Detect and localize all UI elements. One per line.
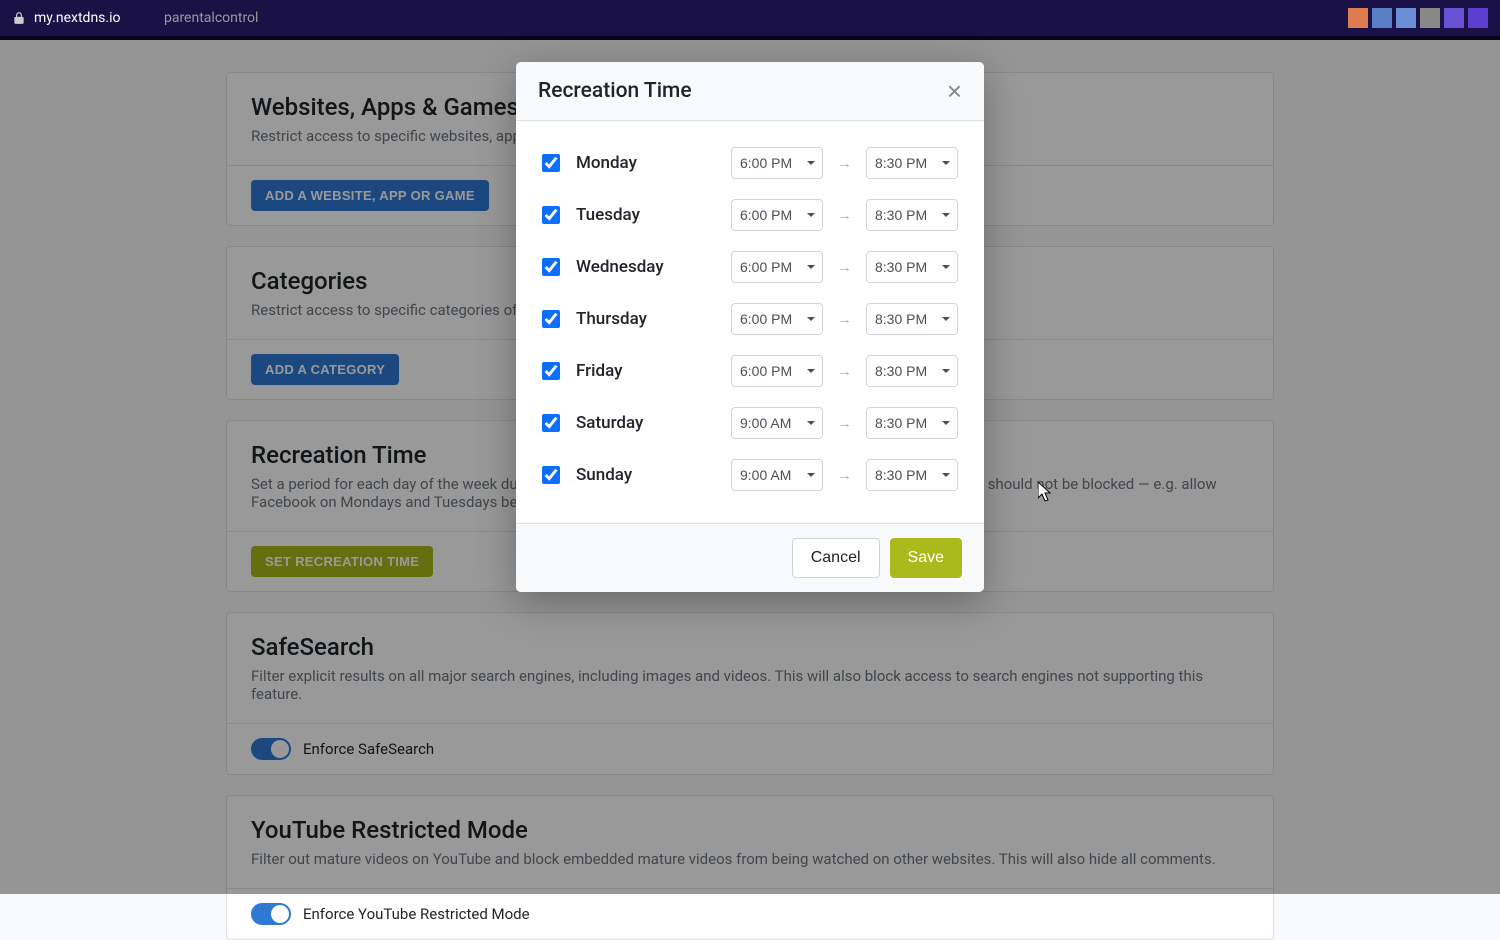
lock-icon — [12, 11, 26, 25]
cancel-button[interactable]: Cancel — [792, 538, 880, 578]
day-checkbox[interactable] — [542, 414, 560, 432]
end-time-select[interactable]: 8:30 PM — [866, 199, 958, 231]
day-label: Thursday — [576, 309, 721, 329]
arrow-icon: → — [833, 206, 856, 224]
start-time-select[interactable]: 6:00 PM — [731, 303, 823, 335]
day-row: Saturday 9:00 AM → 8:30 PM — [542, 397, 958, 449]
day-label: Tuesday — [576, 205, 721, 225]
end-time-select[interactable]: 8:30 PM — [866, 147, 958, 179]
day-checkbox[interactable] — [542, 466, 560, 484]
end-time-select[interactable]: 8:30 PM — [866, 251, 958, 283]
arrow-icon: → — [833, 258, 856, 276]
browser-address-bar: my.nextdns.io parentalcontrol — [0, 0, 1500, 36]
extension-icon[interactable] — [1348, 8, 1368, 28]
day-label: Sunday — [576, 465, 721, 485]
extension-icon[interactable] — [1468, 8, 1488, 28]
day-label: Saturday — [576, 413, 721, 433]
day-row: Thursday 6:00 PM → 8:30 PM — [542, 293, 958, 345]
end-time-select[interactable]: 8:30 PM — [866, 303, 958, 335]
arrow-icon: → — [833, 466, 856, 484]
start-time-select[interactable]: 6:00 PM — [731, 355, 823, 387]
end-time-select[interactable]: 8:30 PM — [866, 407, 958, 439]
day-checkbox[interactable] — [542, 258, 560, 276]
day-checkbox[interactable] — [542, 206, 560, 224]
start-time-select[interactable]: 6:00 PM — [731, 199, 823, 231]
modal-title: Recreation Time — [538, 79, 692, 103]
day-row: Tuesday 6:00 PM → 8:30 PM — [542, 189, 958, 241]
extension-icon[interactable] — [1372, 8, 1392, 28]
youtube-toggle[interactable] — [251, 903, 291, 925]
end-time-select[interactable]: 8:30 PM — [866, 459, 958, 491]
start-time-select[interactable]: 6:00 PM — [731, 251, 823, 283]
start-time-select[interactable]: 9:00 AM — [731, 407, 823, 439]
extension-icon[interactable] — [1420, 8, 1440, 28]
youtube-toggle-label: Enforce YouTube Restricted Mode — [303, 905, 530, 923]
close-icon[interactable]: × — [947, 78, 962, 104]
day-label: Wednesday — [576, 257, 721, 277]
start-time-select[interactable]: 6:00 PM — [731, 147, 823, 179]
save-button[interactable]: Save — [890, 538, 962, 578]
arrow-icon: → — [833, 414, 856, 432]
url-text[interactable]: my.nextdns.io parentalcontrol — [34, 10, 258, 26]
arrow-icon: → — [833, 154, 856, 172]
end-time-select[interactable]: 8:30 PM — [866, 355, 958, 387]
recreation-time-modal: Recreation Time × Monday6:00 PM→8:30 PMT… — [516, 62, 984, 592]
browser-extension-icons — [1348, 8, 1488, 28]
day-label: Friday — [576, 361, 721, 381]
day-checkbox[interactable] — [542, 362, 560, 380]
start-time-select[interactable]: 9:00 AM — [731, 459, 823, 491]
extension-icon[interactable] — [1444, 8, 1464, 28]
day-row: Sunday 9:00 AM → 8:30 PM — [542, 449, 958, 501]
day-row: Friday 6:00 PM → 8:30 PM — [542, 345, 958, 397]
day-row: Wednesday 6:00 PM → 8:30 PM — [542, 241, 958, 293]
day-row: Monday 6:00 PM → 8:30 PM — [542, 137, 958, 189]
day-label: Monday — [576, 153, 721, 173]
extension-icon[interactable] — [1396, 8, 1416, 28]
day-checkbox[interactable] — [542, 310, 560, 328]
arrow-icon: → — [833, 362, 856, 380]
arrow-icon: → — [833, 310, 856, 328]
day-checkbox[interactable] — [542, 154, 560, 172]
